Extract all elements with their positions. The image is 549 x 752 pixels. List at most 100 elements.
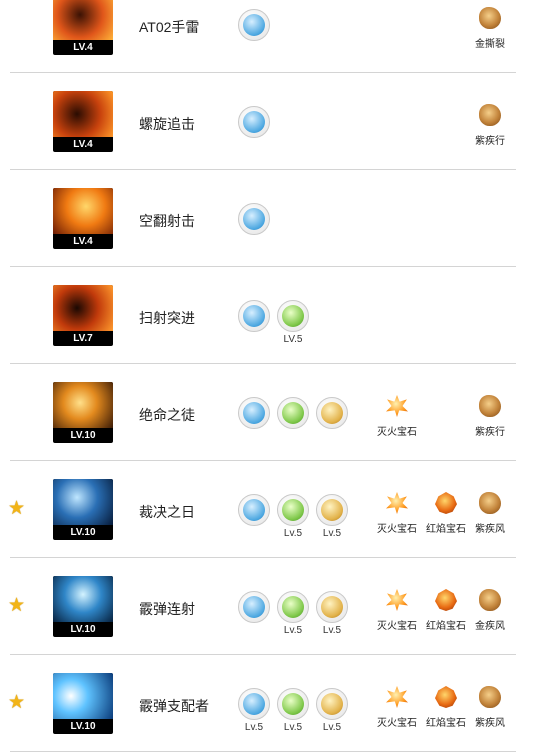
fire-gem-icon[interactable] xyxy=(383,587,411,613)
gold-wolf-rune-icon[interactable] xyxy=(316,688,348,720)
blue-swirl-rune-icon[interactable] xyxy=(238,397,270,429)
green-cross-rune-icon[interactable] xyxy=(277,397,309,429)
fire-gem-icon[interactable] xyxy=(383,393,411,419)
blue-wave-rune-icon[interactable] xyxy=(238,106,270,138)
skill-icon[interactable]: LV.10 xyxy=(53,479,113,540)
skill-icon[interactable]: LV.7 xyxy=(53,285,113,346)
skill-icon[interactable]: LV.10 xyxy=(53,576,113,637)
brown-gem-icon[interactable] xyxy=(476,102,504,128)
skill-name: 螺旋追击 xyxy=(139,116,195,132)
skill-row: LV.7 扫射突进 LV.5 xyxy=(10,267,516,364)
skill-row: LV.4 AT02手雷 金撕裂 xyxy=(10,0,516,73)
red-flame-gem-icon[interactable] xyxy=(432,490,460,516)
brown-gem-icon[interactable] xyxy=(476,393,504,419)
skill-name: AT02手雷 xyxy=(139,19,200,35)
gold-wolf-rune-core xyxy=(321,693,343,715)
red-flame-gem-icon[interactable] xyxy=(432,684,460,710)
red-flame-gem-shape xyxy=(435,589,457,611)
skill-level: LV.10 xyxy=(70,527,96,538)
gem-label: 灭火宝石 xyxy=(377,427,417,438)
red-flame-gem-shape xyxy=(435,492,457,514)
green-dash-rune-icon[interactable] xyxy=(277,300,309,332)
rune-level: Lv.5 xyxy=(322,625,342,636)
blue-tower-rune-core xyxy=(243,208,265,230)
skill-level: LV.4 xyxy=(73,139,93,150)
skill-name: 空翻射击 xyxy=(139,213,195,229)
blue-gun-rune-core xyxy=(243,693,265,715)
skill-icon[interactable]: LV.4 xyxy=(53,0,113,55)
gem-label: 紫疾风 xyxy=(475,718,505,729)
skill-level: LV.10 xyxy=(70,624,96,635)
brown-gem-icon[interactable] xyxy=(476,684,504,710)
blue-tower-rune-icon[interactable] xyxy=(238,300,270,332)
star-icon: ★ xyxy=(8,498,26,519)
skill-art-icon xyxy=(53,285,113,331)
fire-gem-shape xyxy=(386,686,408,708)
skill-level: LV.7 xyxy=(73,333,93,344)
skill-row: ★ LV.10 裁决之日 Lv.5 Lv.5 灭火宝石 红焰宝石 紫疾风 xyxy=(8,461,516,558)
fire-gem-shape xyxy=(386,395,408,417)
skill-level: LV.10 xyxy=(70,721,96,732)
gem-label: 紫疾行 xyxy=(475,427,505,438)
blue-arrow-rune-icon[interactable] xyxy=(238,591,270,623)
skill-art-icon xyxy=(53,188,113,234)
green-gun-rune-icon[interactable] xyxy=(277,591,309,623)
brown-gem-shape xyxy=(479,492,501,514)
skill-art-icon xyxy=(53,382,113,428)
brown-gem-icon[interactable] xyxy=(476,587,504,613)
skill-icon[interactable]: LV.4 xyxy=(53,188,113,249)
gem-label: 灭火宝石 xyxy=(377,524,417,535)
skill-name: 霰弹支配者 xyxy=(139,698,209,714)
skill-art-icon xyxy=(53,673,113,719)
blue-tower-rune-icon[interactable] xyxy=(238,203,270,235)
skill-row: LV.4 空翻射击 xyxy=(10,170,516,267)
skill-name: 霰弹连射 xyxy=(139,601,195,617)
rune-level: Lv.5 xyxy=(322,528,342,539)
rune-level: LV.5 xyxy=(283,334,303,345)
gold-wave-rune-core xyxy=(321,402,343,424)
gem-label: 紫疾风 xyxy=(475,524,505,535)
red-flame-gem-icon[interactable] xyxy=(432,587,460,613)
gold-chevron-rune-icon[interactable] xyxy=(316,494,348,526)
gem-label: 灭火宝石 xyxy=(377,718,417,729)
green-dash-rune-core xyxy=(282,305,304,327)
gold-wave-rune-icon[interactable] xyxy=(316,397,348,429)
skill-icon[interactable]: LV.4 xyxy=(53,91,113,152)
brown-gem-shape xyxy=(479,589,501,611)
blue-tower-rune-icon[interactable] xyxy=(238,494,270,526)
blue-tower-rune-core xyxy=(243,499,265,521)
green-gun-rune-core xyxy=(282,596,304,618)
blue-swirl-rune-core xyxy=(243,402,265,424)
fire-gem-icon[interactable] xyxy=(383,490,411,516)
blue-gun-rune-icon[interactable] xyxy=(238,688,270,720)
brown-gem-shape xyxy=(479,104,501,126)
star-icon: ★ xyxy=(8,595,26,616)
skill-art-icon xyxy=(53,479,113,525)
green-beast-rune-core xyxy=(282,693,304,715)
skill-level: LV.10 xyxy=(70,430,96,441)
skill-name: 扫射突进 xyxy=(139,310,195,326)
brown-gem-shape xyxy=(479,7,501,29)
gem-label: 金疾风 xyxy=(475,621,505,632)
gold-beast-rune-core xyxy=(321,596,343,618)
fire-gem-icon[interactable] xyxy=(383,684,411,710)
blue-tower-rune-core xyxy=(243,305,265,327)
red-flame-gem-shape xyxy=(435,686,457,708)
rune-level: Lv.5 xyxy=(244,722,264,733)
skill-name: 裁决之日 xyxy=(139,504,195,520)
blue-wave-rune-icon[interactable] xyxy=(238,9,270,41)
brown-gem-icon[interactable] xyxy=(476,5,504,31)
skill-level: LV.4 xyxy=(73,236,93,247)
brown-gem-icon[interactable] xyxy=(476,490,504,516)
brown-gem-shape xyxy=(479,686,501,708)
skill-icon[interactable]: LV.10 xyxy=(53,673,113,734)
gold-beast-rune-icon[interactable] xyxy=(316,591,348,623)
skill-icon[interactable]: LV.10 xyxy=(53,382,113,443)
skill-name: 绝命之徒 xyxy=(139,407,195,423)
green-flame-rune-icon[interactable] xyxy=(277,494,309,526)
skill-row: LV.10 绝命之徒灭火宝石 紫疾行 xyxy=(10,364,516,461)
green-beast-rune-icon[interactable] xyxy=(277,688,309,720)
rune-level: Lv.5 xyxy=(283,722,303,733)
fire-gem-shape xyxy=(386,589,408,611)
rune-level: Lv.5 xyxy=(322,722,342,733)
